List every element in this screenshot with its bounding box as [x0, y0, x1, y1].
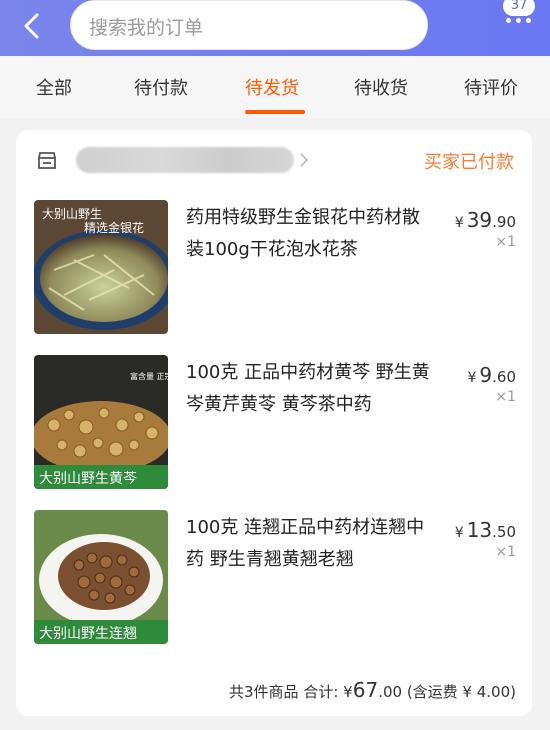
order-tabs: 全部 待付款 待发货 待收货 待评价	[0, 56, 550, 118]
product-image[interactable]: 富含量 正宗货 大别山野生黄芩	[34, 355, 168, 489]
product-title[interactable]: 100克 正品中药材黄芩 野生黄岑黄芹黄苓 黄芩茶中药	[186, 357, 436, 421]
product-price: ¥13.50	[454, 518, 516, 542]
image-caption: 大别山野生黄芩	[39, 470, 137, 487]
back-chevron-icon[interactable]	[18, 11, 48, 41]
total-amount-int: 67	[352, 678, 379, 702]
search-input[interactable]: 搜索我的订单	[70, 0, 428, 50]
tab-pending-receipt[interactable]: 待收货	[354, 74, 408, 100]
tab-pending-shipment[interactable]: 待发货	[245, 74, 299, 100]
search-placeholder: 搜索我的订单	[89, 17, 204, 39]
item-count: 共3件商品	[229, 683, 299, 701]
product-title[interactable]: 100克 连翘正品中药材连翘中药 野生青翘黄翘老翘	[186, 512, 436, 576]
product-quantity: ×1	[495, 234, 516, 250]
image-caption: 富含量 正宗货	[130, 371, 168, 381]
order-card[interactable]: 买家已付款 大别山野生 精选金银花 药用特级野生金银花中药材散装100g干花泡水…	[16, 130, 532, 716]
order-item[interactable]: 大别山野生 精选金银花 药用特级野生金银花中药材散装100g干花泡水花茶 ¥39…	[16, 200, 532, 335]
active-tab-indicator	[245, 110, 305, 114]
shop-icon	[38, 152, 56, 169]
tab-pending-payment[interactable]: 待付款	[134, 74, 188, 100]
shipping-fee: (含运费 ¥ 4.00)	[406, 683, 516, 701]
product-image[interactable]: 大别山野生 精选金银花	[34, 200, 168, 334]
order-item[interactable]: 富含量 正宗货 大别山野生黄芩 100克 正品中药材黄芩 野生黄岑黄芹黄苓 黄芩…	[16, 355, 532, 490]
product-quantity: ×1	[495, 389, 516, 405]
image-caption: 大别山野生连翘	[39, 626, 137, 642]
top-bar: 搜索我的订单 37	[0, 0, 550, 56]
product-price: ¥9.60	[467, 363, 516, 387]
order-summary: 共3件商品 合计: ¥67.00 (含运费 ¥ 4.00)	[229, 678, 516, 702]
product-image[interactable]: 大别山野生连翘	[34, 510, 168, 644]
image-caption: 大别山野生	[42, 207, 102, 221]
shop-name-blurred[interactable]	[76, 147, 294, 173]
total-currency: ¥	[343, 683, 353, 701]
tab-pending-review[interactable]: 待评价	[464, 74, 518, 100]
total-amount-dec: .00	[378, 683, 403, 701]
message-count-badge[interactable]: 37	[503, 0, 535, 16]
product-title[interactable]: 药用特级野生金银花中药材散装100g干花泡水花茶	[186, 202, 436, 266]
more-dots-icon[interactable]	[506, 18, 532, 26]
chevron-right-icon[interactable]	[299, 152, 309, 168]
total-label: 合计:	[303, 683, 339, 701]
product-quantity: ×1	[495, 544, 516, 560]
product-price: ¥39.90	[454, 208, 516, 232]
tab-all[interactable]: 全部	[36, 74, 72, 100]
order-status: 买家已付款	[424, 152, 514, 173]
order-item[interactable]: 大别山野生连翘 100克 连翘正品中药材连翘中药 野生青翘黄翘老翘 ¥13.50…	[16, 510, 532, 645]
image-caption: 精选金银花	[84, 220, 144, 235]
